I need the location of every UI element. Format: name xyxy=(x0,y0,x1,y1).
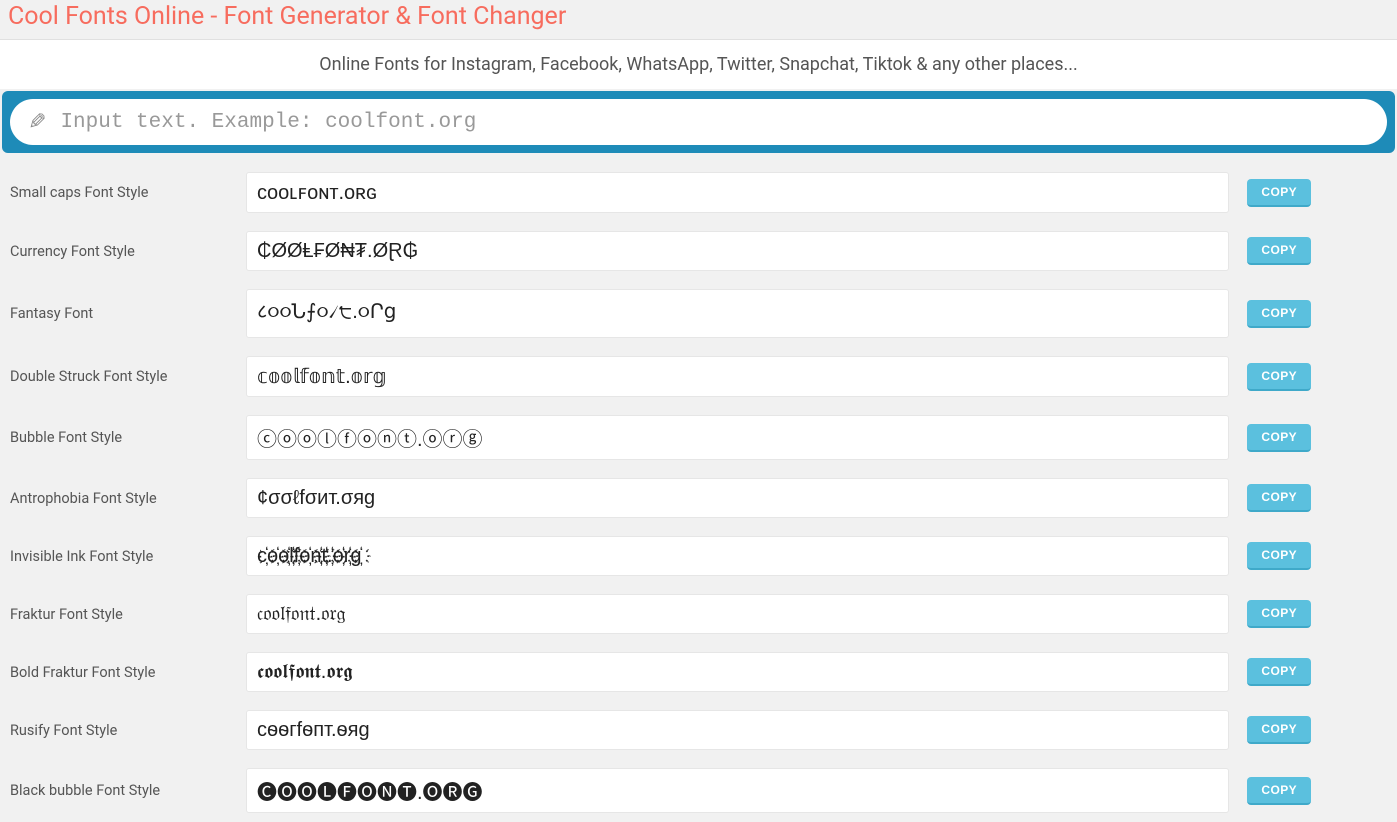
font-output[interactable]: c҉o҉o҉l҉f҉o҉n҉t҉.҉o҉r҉g҉ xyxy=(246,536,1229,576)
font-style-label: Fraktur Font Style xyxy=(8,606,236,623)
font-output[interactable]: 𝔠𝔬𝔬𝔩𝔣𝔬𝔫𝔱.𝔬𝔯𝔤 xyxy=(246,594,1229,634)
copy-col: COPY xyxy=(1239,300,1389,328)
font-output-col: ८૦૦Ն⨍૦৴੮.૦Րց xyxy=(246,289,1229,338)
font-output[interactable]: 𝖈𝖔𝖔𝖑𝖋𝖔𝖓𝖙.𝖔𝖗𝖌 xyxy=(246,652,1229,692)
font-output[interactable]: ᴄᴏᴏʟꜰᴏɴᴛ.ᴏʀɢ xyxy=(246,172,1229,213)
font-output[interactable]: ₵ØØⱠ₣Ø₦₮.ØⱤ₲ xyxy=(246,231,1229,271)
font-style-label: Double Struck Font Style xyxy=(8,368,236,385)
font-row: Rusify Font Style cѳѳгfѳпт.ѳяg COPY xyxy=(8,701,1389,759)
copy-col: COPY xyxy=(1239,363,1389,391)
font-row: Bold Fraktur Font Style 𝖈𝖔𝖔𝖑𝖋𝖔𝖓𝖙.𝖔𝖗𝖌 COPY xyxy=(8,643,1389,701)
font-style-label: Black bubble Font Style xyxy=(8,782,236,799)
font-output[interactable]: ¢σσℓfσит.σяg xyxy=(246,478,1229,518)
font-style-label: Small caps Font Style xyxy=(8,184,236,201)
copy-col: COPY xyxy=(1239,424,1389,452)
font-style-label: Bold Fraktur Font Style xyxy=(8,664,236,681)
copy-button[interactable]: COPY xyxy=(1247,658,1311,686)
font-output-col: cѳѳгfѳпт.ѳяg xyxy=(246,710,1229,750)
copy-col: COPY xyxy=(1239,658,1389,686)
pencil-icon: ✎ xyxy=(28,110,46,135)
font-output-col: 𝖈𝖔𝖔𝖑𝖋𝖔𝖓𝖙.𝖔𝖗𝖌 xyxy=(246,652,1229,692)
subtitle: Online Fonts for Instagram, Facebook, Wh… xyxy=(0,40,1397,89)
input-wrapper: ✎ xyxy=(2,91,1395,153)
copy-button[interactable]: COPY xyxy=(1247,600,1311,628)
font-rows: Small caps Font Styleᴄᴏᴏʟꜰᴏɴᴛ.ᴏʀɢCOPYCur… xyxy=(0,163,1397,822)
copy-button[interactable]: COPY xyxy=(1247,777,1311,805)
font-row: Invisible Ink Font Style c҉o҉o҉l҉f҉o҉n҉t҉… xyxy=(8,527,1389,585)
font-output-col: c҉o҉o҉l҉f҉o҉n҉t҉.҉o҉r҉g҉ xyxy=(246,536,1229,576)
font-style-label: Antrophobia Font Style xyxy=(8,490,236,507)
font-row: Fraktur Font Style 𝔠𝔬𝔬𝔩𝔣𝔬𝔫𝔱.𝔬𝔯𝔤 COPY xyxy=(8,585,1389,643)
copy-col: COPY xyxy=(1239,542,1389,570)
font-style-label: Fantasy Font xyxy=(8,305,236,322)
copy-col: COPY xyxy=(1239,777,1389,805)
copy-col: COPY xyxy=(1239,179,1389,207)
font-row: Currency Font Style ₵ØØⱠ₣Ø₦₮.ØⱤ₲ COPY xyxy=(8,222,1389,280)
font-row: Antrophobia Font Style ¢σσℓfσит.σяg COPY xyxy=(8,469,1389,527)
font-output[interactable]: ⓒⓞⓞⓛⓕⓞⓝⓣ.ⓞⓡⓖ xyxy=(246,415,1229,460)
font-row: Double Struck Font Style 𝕔𝕠𝕠𝕝𝕗𝕠𝕟𝕥.𝕠𝕣𝕘 COPY xyxy=(8,347,1389,406)
font-row: Fantasy Font ८૦૦Ն⨍૦৴੮.૦Րց COPY xyxy=(8,280,1389,347)
header-bar: Cool Fonts Online - Font Generator & Fon… xyxy=(0,0,1397,40)
font-row: Small caps Font Style ᴄᴏᴏʟꜰᴏɴᴛ.ᴏʀɢ COPY xyxy=(8,163,1389,222)
copy-button[interactable]: COPY xyxy=(1247,237,1311,265)
copy-button[interactable]: COPY xyxy=(1247,300,1311,328)
copy-button[interactable]: COPY xyxy=(1247,363,1311,391)
copy-col: COPY xyxy=(1239,600,1389,628)
font-style-label: Rusify Font Style xyxy=(8,722,236,739)
font-output-col: ⓒⓞⓞⓛⓕⓞⓝⓣ.ⓞⓡⓖ xyxy=(246,415,1229,460)
font-row: Black bubble Font Style 🅒🅞🅞🅛🅕🅞🅝🅣.🅞🅡🅖 COPY xyxy=(8,759,1389,822)
font-output[interactable]: 🅒🅞🅞🅛🅕🅞🅝🅣.🅞🅡🅖 xyxy=(246,768,1229,813)
font-output-col: ᴄᴏᴏʟꜰᴏɴᴛ.ᴏʀɢ xyxy=(246,172,1229,213)
copy-button[interactable]: COPY xyxy=(1247,484,1311,512)
copy-button[interactable]: COPY xyxy=(1247,716,1311,744)
font-output[interactable]: cѳѳгfѳпт.ѳяg xyxy=(246,710,1229,750)
font-style-label: Invisible Ink Font Style xyxy=(8,548,236,565)
font-output[interactable]: ८૦૦Ն⨍૦৴੮.૦Րց xyxy=(246,289,1229,338)
input-inner: ✎ xyxy=(10,99,1387,145)
copy-col: COPY xyxy=(1239,237,1389,265)
font-output-col: ¢σσℓfσит.σяg xyxy=(246,478,1229,518)
copy-button[interactable]: COPY xyxy=(1247,424,1311,452)
copy-col: COPY xyxy=(1239,716,1389,744)
copy-button[interactable]: COPY xyxy=(1247,179,1311,207)
copy-button[interactable]: COPY xyxy=(1247,542,1311,570)
font-row: Bubble Font Style ⓒⓞⓞⓛⓕⓞⓝⓣ.ⓞⓡⓖ COPY xyxy=(8,406,1389,469)
font-output-col: 𝔠𝔬𝔬𝔩𝔣𝔬𝔫𝔱.𝔬𝔯𝔤 xyxy=(246,594,1229,634)
main-input[interactable] xyxy=(60,111,1369,134)
copy-col: COPY xyxy=(1239,484,1389,512)
font-style-label: Bubble Font Style xyxy=(8,429,236,446)
font-output-col: 𝕔𝕠𝕠𝕝𝕗𝕠𝕟𝕥.𝕠𝕣𝕘 xyxy=(246,356,1229,397)
page-title: Cool Fonts Online - Font Generator & Fon… xyxy=(8,2,1389,31)
font-output-col: ₵ØØⱠ₣Ø₦₮.ØⱤ₲ xyxy=(246,231,1229,271)
font-style-label: Currency Font Style xyxy=(8,243,236,260)
font-output-col: 🅒🅞🅞🅛🅕🅞🅝🅣.🅞🅡🅖 xyxy=(246,768,1229,813)
font-output[interactable]: 𝕔𝕠𝕠𝕝𝕗𝕠𝕟𝕥.𝕠𝕣𝕘 xyxy=(246,356,1229,397)
